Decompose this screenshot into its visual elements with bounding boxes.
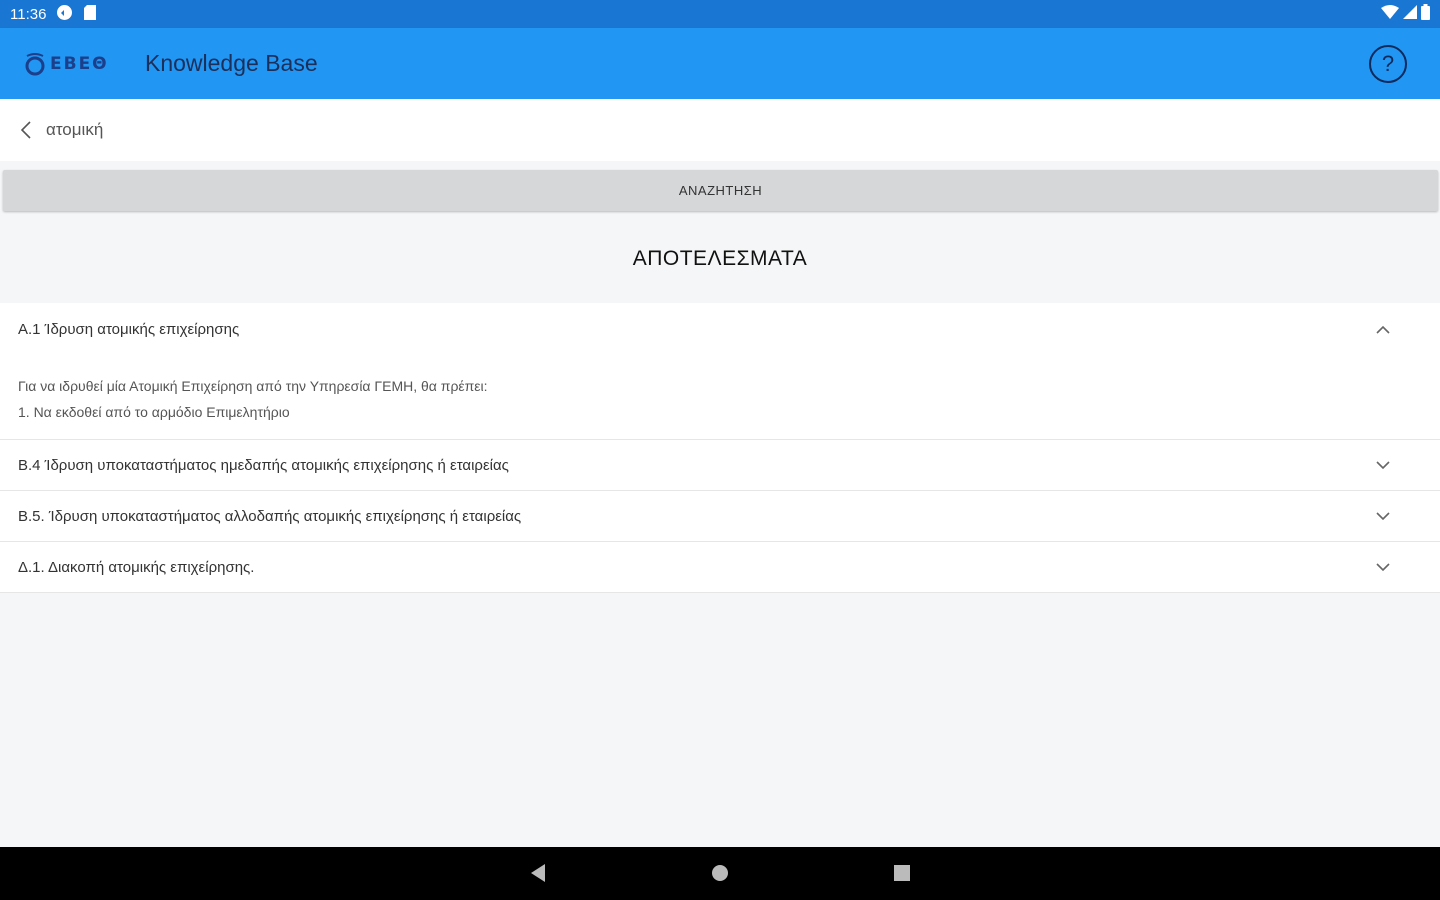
nav-home-button[interactable] bbox=[700, 853, 740, 893]
result-title: Α.1 Ίδρυση ατομικής επιχείρησης bbox=[18, 320, 240, 338]
logo-text: ΕΒΕΘ bbox=[50, 53, 109, 74]
help-icon: ? bbox=[1381, 50, 1395, 76]
sdcard-icon bbox=[83, 4, 97, 25]
results-heading: ΑΠΟΤΕΛΕΣΜΑΤΑ bbox=[632, 247, 808, 270]
signal-icon bbox=[1403, 5, 1417, 23]
nav-recents-button[interactable] bbox=[882, 853, 922, 893]
result-item: Β.4 Ίδρυση υποκαταστήματος ημεδαπής ατομ… bbox=[0, 440, 1440, 491]
result-header[interactable]: Β.5. Ίδρυση υποκαταστήματος αλλοδαπής ατ… bbox=[0, 491, 1440, 541]
result-title: Β.4 Ίδρυση υποκαταστήματος ημεδαπής ατομ… bbox=[18, 456, 509, 474]
result-body: Για να ιδρυθεί μία Ατομική Επιχείρηση απ… bbox=[0, 355, 1440, 439]
result-title: Β.5. Ίδρυση υποκαταστήματος αλλοδαπής ατ… bbox=[18, 507, 522, 525]
result-header[interactable]: Β.4 Ίδρυση υποκαταστήματος ημεδαπής ατομ… bbox=[0, 440, 1440, 490]
results-list: Α.1 Ίδρυση ατομικής επιχείρησης Για να ι… bbox=[0, 303, 1440, 593]
result-header[interactable]: Δ.1. Διακοπή ατομικής επιχείρησης. bbox=[0, 542, 1440, 592]
result-header[interactable]: Α.1 Ίδρυση ατομικής επιχείρησης bbox=[0, 303, 1440, 355]
search-row bbox=[0, 99, 1440, 161]
app-logo: ΕΒΕΘ bbox=[24, 44, 112, 84]
status-time: 11:36 bbox=[10, 5, 47, 23]
back-button[interactable] bbox=[16, 118, 36, 142]
shield-icon bbox=[56, 4, 73, 25]
battery-icon bbox=[1421, 4, 1430, 24]
system-nav-bar bbox=[0, 847, 1440, 900]
app-title: Knowledge Base bbox=[145, 50, 318, 76]
result-item: Α.1 Ίδρυση ατομικής επιχείρησης Για να ι… bbox=[0, 303, 1440, 440]
result-body-line: Για να ιδρυθεί μία Ατομική Επιχείρηση απ… bbox=[18, 378, 488, 394]
chevron-down-icon bbox=[1370, 460, 1396, 470]
result-title: Δ.1. Διακοπή ατομικής επιχείρησης. bbox=[18, 558, 255, 576]
search-button[interactable]: ΑΝΑΖΗΤΗΣΗ bbox=[3, 170, 1438, 211]
chevron-down-icon bbox=[1370, 562, 1396, 572]
search-input[interactable] bbox=[46, 120, 1346, 140]
result-body-line: 1. Να εκδοθεί από το αρμόδιο Επιμελητήρι… bbox=[18, 404, 290, 420]
status-bar: 11:36 bbox=[0, 0, 1440, 28]
nav-back-button[interactable] bbox=[518, 853, 558, 893]
app-bar: ΕΒΕΘ Knowledge Base ? bbox=[0, 28, 1440, 99]
result-item: Β.5. Ίδρυση υποκαταστήματος αλλοδαπής ατ… bbox=[0, 491, 1440, 542]
recents-square-icon bbox=[894, 865, 910, 881]
chevron-up-icon bbox=[1370, 325, 1396, 334]
chevron-left-icon bbox=[20, 121, 31, 139]
back-triangle-icon bbox=[531, 864, 545, 882]
wifi-icon bbox=[1381, 5, 1399, 23]
chevron-down-icon bbox=[1370, 511, 1396, 521]
result-item: Δ.1. Διακοπή ατομικής επιχείρησης. bbox=[0, 542, 1440, 593]
home-circle-icon bbox=[712, 865, 728, 881]
logo-ring-icon bbox=[25, 52, 45, 75]
help-button[interactable]: ? bbox=[1369, 44, 1407, 83]
